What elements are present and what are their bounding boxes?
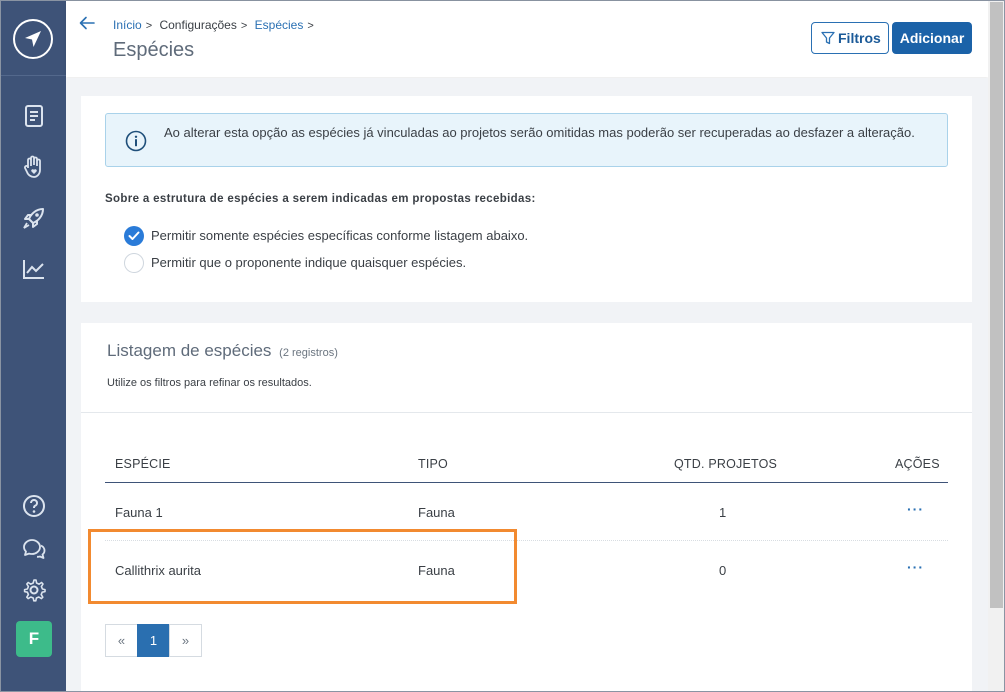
settings-question: Sobre a estrutura de espécies a serem in… (105, 193, 536, 205)
column-header-tipo[interactable]: TIPO (418, 457, 448, 471)
check-icon (128, 231, 140, 240)
listing-title: Listagem de espécies (2 registros) (107, 341, 338, 361)
listing-title-text: Listagem de espécies (107, 341, 272, 360)
scrollbar-thumb[interactable] (990, 2, 1003, 608)
column-header-acoes: AÇÕES (895, 457, 940, 471)
species-listing-card: Listagem de espécies (2 registros) Utili… (81, 323, 972, 691)
species-settings-card: Ao alterar esta opção as espécies já vin… (81, 96, 972, 302)
breadcrumb-especies[interactable]: Espécies (255, 18, 304, 32)
breadcrumb-inicio[interactable]: Início (113, 18, 142, 32)
column-header-especie[interactable]: ESPÉCIE (115, 457, 171, 471)
help-icon[interactable] (21, 493, 47, 519)
alert-message: Ao alterar esta opção as espécies já vin… (164, 125, 915, 140)
listing-count: (2 registros) (279, 347, 338, 359)
page-header: Início > Configurações > Espécies > Espécie… (66, 1, 988, 77)
page-title: Espécies (113, 39, 195, 61)
sidebar: F (1, 1, 66, 691)
column-header-qtd-projetos[interactable]: QTD. PROJETOS (674, 457, 777, 471)
row-actions-menu-icon[interactable]: ··· (907, 559, 924, 575)
document-icon[interactable] (21, 103, 47, 129)
logo-divider (1, 75, 66, 76)
user-avatar[interactable]: F (16, 621, 52, 657)
chart-line-icon[interactable] (21, 256, 47, 282)
pagination: « 1 » (105, 624, 202, 657)
table-header-line (105, 482, 948, 483)
pagination-page[interactable]: 1 (137, 624, 170, 657)
breadcrumb-separator: > (145, 20, 153, 32)
divider (81, 412, 972, 413)
info-alert: Ao alterar esta opção as espécies já vin… (105, 113, 948, 167)
cell-qtd-projetos: 1 (719, 505, 727, 520)
pagination-next[interactable]: » (169, 624, 202, 657)
filtros-button[interactable]: Filtros (811, 22, 889, 54)
radio-unchecked[interactable] (124, 253, 144, 273)
back-arrow-icon[interactable] (79, 16, 95, 30)
pagination-prev[interactable]: « (105, 624, 138, 657)
filter-icon (821, 31, 835, 45)
radio-label: Permitir somente espécies específicas co… (151, 228, 529, 243)
cell-qtd-projetos: 0 (719, 563, 727, 578)
app-logo[interactable] (13, 19, 53, 59)
cell-especie: Fauna 1 (115, 505, 163, 520)
cell-tipo: Fauna (418, 505, 455, 520)
info-icon (125, 130, 147, 152)
hand-heart-icon[interactable] (21, 154, 47, 180)
navigation-arrow-icon (25, 31, 41, 47)
highlight-box (88, 529, 517, 604)
rocket-icon[interactable] (21, 205, 47, 231)
listing-subtitle: Utilize os filtros para refinar os resul… (107, 377, 312, 389)
radio-label: Permitir que o proponente indique quaisq… (151, 255, 467, 270)
gear-icon[interactable] (21, 577, 47, 603)
breadcrumb-separator: > (240, 20, 248, 32)
breadcrumb-configuracoes: Configurações (159, 18, 237, 32)
row-actions-menu-icon[interactable]: ··· (907, 501, 924, 517)
breadcrumb: Início > Configurações > Espécies > (113, 18, 318, 32)
radio-checked[interactable] (124, 226, 144, 246)
breadcrumb-separator: > (307, 20, 314, 32)
filtros-label: Filtros (838, 30, 881, 46)
adicionar-button[interactable]: Adicionar (892, 22, 972, 54)
chat-icon[interactable] (21, 536, 47, 562)
